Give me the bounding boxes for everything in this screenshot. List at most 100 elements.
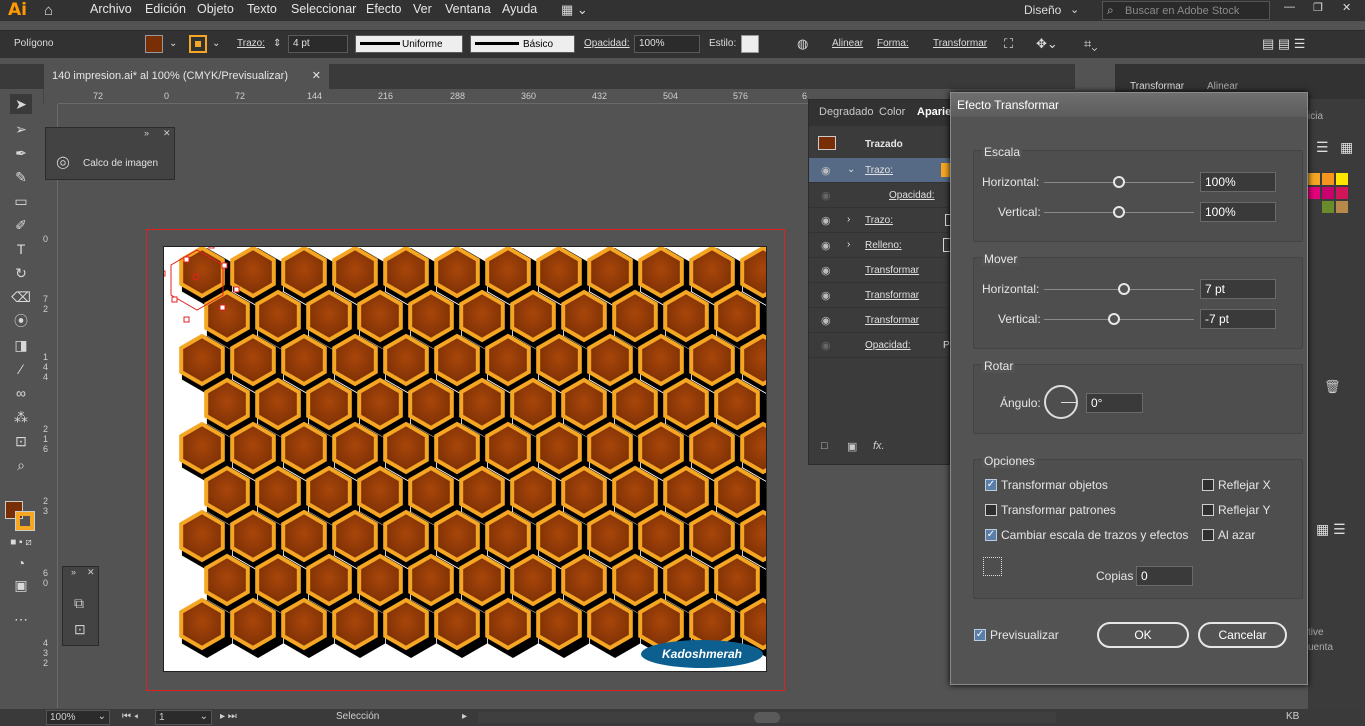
row-label[interactable]: Relleno: <box>865 240 902 251</box>
transform-patterns-label[interactable]: Transformar patrones <box>1001 503 1116 517</box>
menu-ventana[interactable]: Ventana <box>445 2 491 16</box>
brush-definition[interactable]: Básico <box>470 35 575 53</box>
collapse-icon[interactable]: » <box>144 128 149 138</box>
menu-ayuda[interactable]: Ayuda <box>502 2 537 16</box>
appearance-row[interactable]: ◉ › Trazo: <box>809 208 951 233</box>
menu-objeto[interactable]: Objeto <box>197 2 234 16</box>
image-trace-label[interactable]: Calco de imagen <box>83 158 158 169</box>
shape-link[interactable]: Forma: <box>877 38 909 49</box>
envelope-icon[interactable]: ⌗⌄ <box>1084 36 1097 52</box>
preview-label[interactable]: Previsualizar <box>990 628 1059 642</box>
tab-color[interactable]: Color <box>879 106 905 118</box>
move-horizontal-input[interactable]: 7 pt <box>1200 279 1276 299</box>
home-icon[interactable]: ⌂ <box>44 2 53 19</box>
transform-objects-checkbox[interactable]: ✓ <box>985 479 997 491</box>
zoom-select[interactable]: 100% ⌄ <box>46 710 110 725</box>
symbol-sprayer-icon[interactable]: ⁂ <box>10 407 32 427</box>
draw-mode-icon[interactable]: ◔ <box>10 553 32 573</box>
transform-tab[interactable]: Transformar <box>1130 81 1184 92</box>
row-label[interactable]: Opacidad: <box>865 340 911 351</box>
transform-each-icon[interactable]: ⛶ <box>1004 36 1013 52</box>
row-label[interactable]: Opacidad: <box>889 190 935 201</box>
selection-handle[interactable] <box>221 262 228 269</box>
restore-icon[interactable]: ❐ <box>1313 1 1323 14</box>
color-mode-icons[interactable]: ■ ▪ ⧄ <box>10 533 32 553</box>
selection-handle[interactable] <box>208 247 215 249</box>
slider-knob[interactable] <box>1118 283 1130 295</box>
close-icon[interactable]: ✕ <box>87 567 95 578</box>
swatch[interactable] <box>1322 173 1334 185</box>
selection-handle[interactable] <box>164 270 166 277</box>
type-tool-icon[interactable]: T <box>10 239 32 259</box>
fx-icon[interactable]: fx. <box>873 440 885 452</box>
artboard-number-select[interactable]: 1 ⌄ <box>155 710 212 725</box>
chevron-down-icon[interactable]: ⌄ <box>169 38 177 49</box>
appearance-row[interactable]: ◉ Transformar <box>809 283 951 308</box>
transform-link[interactable]: Transformar <box>933 38 987 49</box>
ok-button[interactable]: OK <box>1097 622 1189 648</box>
swatch[interactable] <box>1336 187 1348 199</box>
random-checkbox[interactable] <box>1202 529 1214 541</box>
align-link[interactable]: Alinear <box>832 38 863 49</box>
opacity-label[interactable]: Opacidad: <box>584 38 630 49</box>
zoom-tool-icon[interactable]: ⌕ <box>10 455 32 475</box>
close-icon[interactable]: ✕ <box>163 128 171 139</box>
copies-input[interactable]: 0 <box>1136 566 1193 586</box>
stroke-color-box[interactable] <box>15 511 35 531</box>
rectangle-tool-icon[interactable]: ▭ <box>10 191 32 211</box>
menu-edicion[interactable]: Edición <box>145 2 186 16</box>
menu-archivo[interactable]: Archivo <box>90 2 132 16</box>
appearance-row[interactable]: ◉ Transformar <box>809 258 951 283</box>
pen-tool-icon[interactable]: ✒ <box>10 143 32 163</box>
swatch-grid[interactable] <box>1308 173 1365 213</box>
swatch[interactable] <box>1336 201 1348 213</box>
eye-icon[interactable]: ◉ <box>821 164 831 177</box>
canvas-area[interactable]: Kadoshmerah <box>58 104 808 708</box>
random-label[interactable]: Al azar <box>1218 528 1255 542</box>
reflect-y-checkbox[interactable] <box>1202 504 1214 516</box>
prev-artboard-icon[interactable]: ⏮ ◂ <box>122 711 138 722</box>
row-label[interactable]: Trazo: <box>865 165 893 176</box>
appearance-row[interactable]: ◉ Opacidad: P <box>809 333 951 358</box>
selection-handle[interactable] <box>183 256 190 263</box>
puppet-warp-icon[interactable]: ✥⌄ <box>1036 36 1058 52</box>
menu-texto[interactable]: Texto <box>247 2 277 16</box>
row-label[interactable]: Transformar <box>865 265 919 276</box>
artboard[interactable]: Kadoshmerah <box>163 246 767 672</box>
scale-vertical-input[interactable]: 100% <box>1200 202 1276 222</box>
document-tab[interactable]: 140 impresion.ai* al 100% (CMYK/Previsua… <box>44 64 329 89</box>
reflect-x-label[interactable]: Reflejar X <box>1218 478 1271 492</box>
angle-input[interactable]: 0° <box>1086 393 1143 413</box>
appearance-row[interactable]: ◉ Transformar <box>809 308 951 333</box>
stroke-weight-input[interactable]: 4 pt <box>288 35 348 53</box>
more-tools-icon[interactable]: ⋯ <box>10 609 32 629</box>
preview-checkbox[interactable]: ✓ <box>974 629 986 641</box>
selection-handle[interactable] <box>233 286 240 293</box>
gradient-tool-icon[interactable]: ◨ <box>10 335 32 355</box>
eye-icon[interactable]: ◉ <box>821 264 831 277</box>
reflect-x-checkbox[interactable] <box>1202 479 1214 491</box>
transform-patterns-checkbox[interactable] <box>985 504 997 516</box>
eye-icon[interactable]: ◉ <box>821 339 831 352</box>
curvature-tool-icon[interactable]: ✎ <box>10 167 32 187</box>
stroke-swatch[interactable] <box>189 35 207 53</box>
row-label[interactable]: Trazo: <box>865 215 893 226</box>
reference-point-icon[interactable] <box>983 557 1002 576</box>
new-fill-icon[interactable]: ▣ <box>847 440 857 453</box>
eye-icon[interactable]: ◉ <box>821 214 831 227</box>
scale-strokes-checkbox[interactable]: ✓ <box>985 529 997 541</box>
minimize-icon[interactable]: — <box>1284 1 1295 13</box>
close-icon[interactable]: ✕ <box>1342 1 1351 14</box>
eraser-tool-icon[interactable]: ⌫ <box>10 287 32 307</box>
variable-width-profile[interactable]: Uniforme <box>355 35 463 53</box>
selection-tool-icon[interactable]: ➤ <box>10 94 32 114</box>
screen-mode-icon[interactable]: ▣ <box>10 575 32 595</box>
selection-handle[interactable] <box>183 316 190 323</box>
selection-handle[interactable] <box>171 296 178 303</box>
eye-icon[interactable]: ◉ <box>821 314 831 327</box>
chevron-right-icon[interactable]: › <box>847 239 850 250</box>
direct-selection-tool-icon[interactable]: ➢ <box>10 119 32 139</box>
collapse-icon[interactable]: » <box>71 567 76 577</box>
scale-strokes-label[interactable]: Cambiar escala de trazos y efectos <box>1001 528 1188 542</box>
fill-stroke-widget[interactable] <box>5 501 35 531</box>
